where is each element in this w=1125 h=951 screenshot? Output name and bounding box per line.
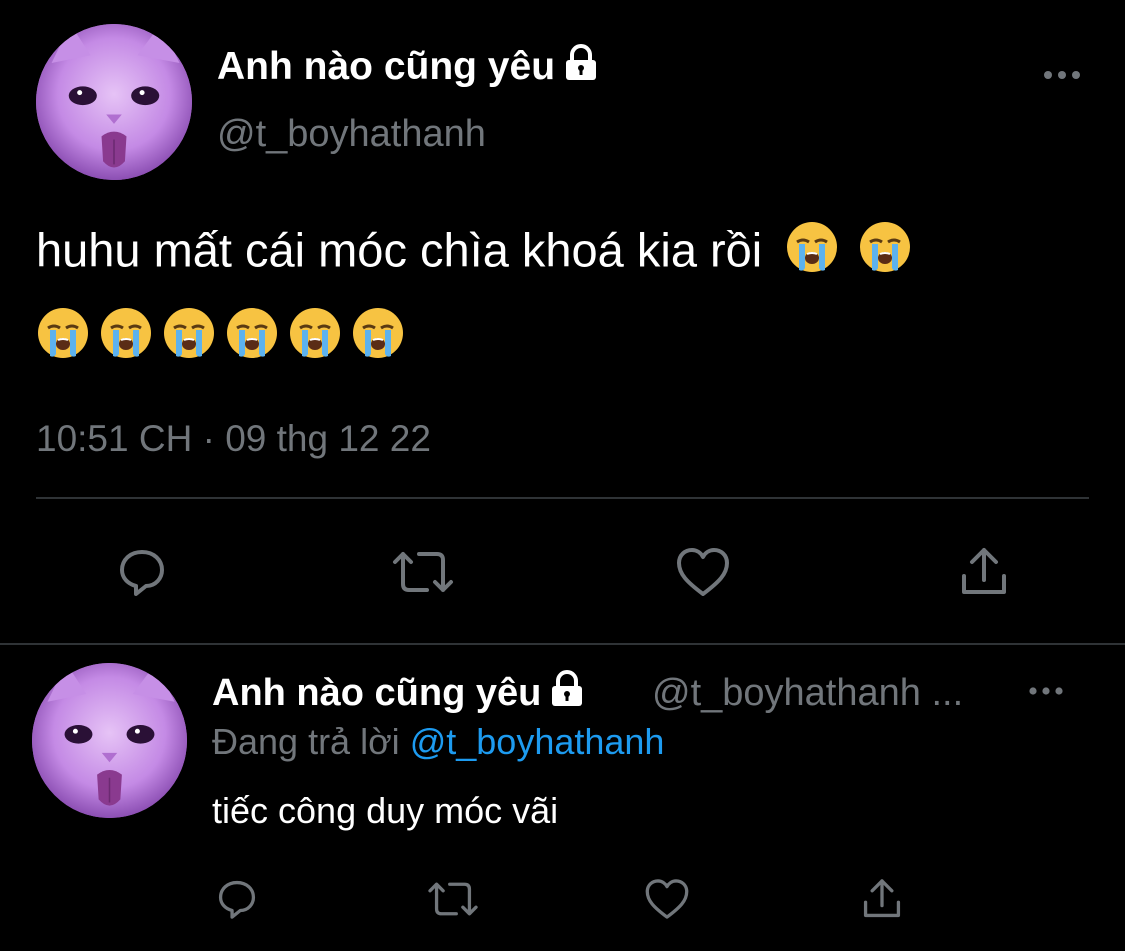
author-name[interactable]: Anh nào cũng yêu (217, 44, 599, 93)
replying-to-prefix: Đang trả lời (212, 721, 400, 762)
loudly-crying-face-emoji (288, 306, 342, 365)
loudly-crying-face-emoji (225, 306, 279, 365)
heart-icon (645, 879, 689, 919)
share-icon (962, 548, 1006, 594)
divider (36, 497, 1089, 499)
reply-icon (120, 550, 164, 596)
share-button[interactable] (952, 540, 1016, 604)
loudly-crying-face-emoji (858, 220, 912, 288)
retweet-button[interactable] (388, 540, 458, 604)
replying-to-line: Đang trả lời @t_boyhathanh (212, 720, 664, 764)
reply-author-name[interactable]: Anh nào cũng yêu (212, 670, 585, 719)
loudly-crying-face-emoji (351, 306, 405, 365)
avatar[interactable] (36, 24, 192, 180)
reply-avatar[interactable] (32, 663, 187, 818)
loudly-crying-face-emoji (162, 306, 216, 365)
loudly-crying-face-emoji (36, 306, 90, 365)
like-button[interactable] (640, 872, 694, 926)
reply-tweet-text: tiếc công duy móc vãi (212, 790, 559, 831)
heart-icon (677, 548, 729, 596)
author-handle[interactable]: @t_boyhathanh (217, 111, 486, 157)
more-horizontal-icon[interactable] (1042, 66, 1082, 84)
cat-avatar-image (36, 24, 192, 180)
tweet-text: huhu mất cái móc chìa khoá kia rồi (36, 220, 912, 288)
reply-button[interactable] (110, 540, 174, 604)
like-button[interactable] (670, 540, 736, 604)
loudly-crying-face-emoji (99, 306, 153, 365)
share-icon (863, 879, 901, 918)
share-button[interactable] (856, 872, 908, 926)
divider (0, 643, 1125, 645)
more-horizontal-icon[interactable] (1028, 683, 1064, 699)
retweet-icon (393, 552, 453, 592)
reply-button[interactable] (212, 872, 262, 926)
reply-author-name-text: Anh nào cũng yêu (212, 672, 542, 714)
lock-icon (563, 44, 599, 93)
reply-icon (218, 880, 256, 919)
tweet-timestamp[interactable]: 10:51 CH · 09 thg 12 22 (36, 416, 431, 462)
replying-to-mention-link[interactable]: @t_boyhathanh (410, 721, 665, 762)
author-name-text: Anh nào cũng yêu (217, 45, 556, 88)
cat-avatar-image (32, 663, 187, 818)
loudly-crying-face-emoji (785, 220, 839, 288)
retweet-button[interactable] (424, 872, 482, 926)
retweet-icon (428, 882, 478, 916)
tweet-text-content: huhu mất cái móc chìa khoá kia rồi (36, 223, 763, 277)
lock-icon (549, 670, 585, 719)
reply-author-handle[interactable]: @t_boyhathanh ... (652, 670, 963, 716)
emoji-line (36, 306, 405, 365)
